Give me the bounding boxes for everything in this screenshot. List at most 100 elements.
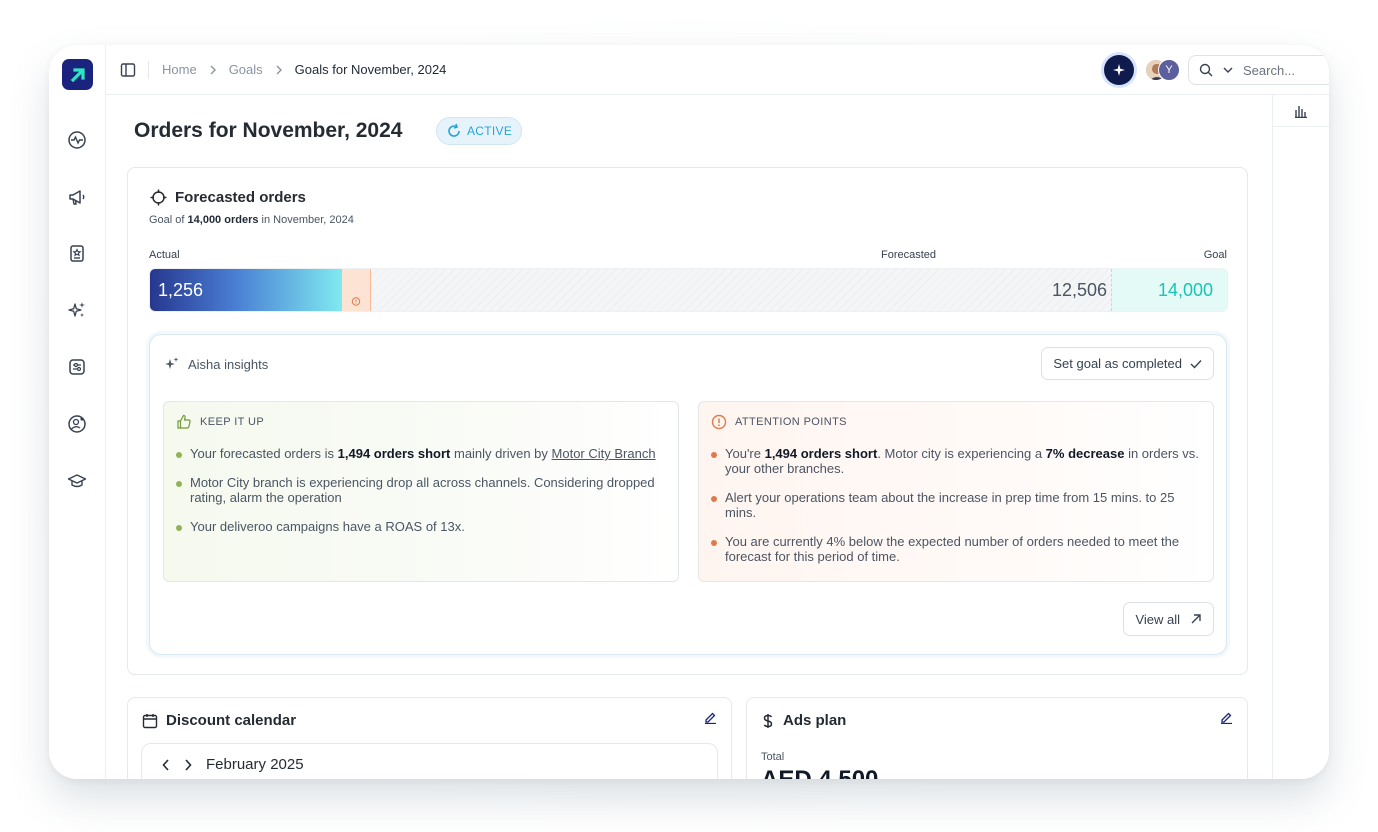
set-goal-completed-button[interactable]: Set goal as completed xyxy=(1041,347,1214,380)
actual-segment: 1,256 xyxy=(150,269,341,311)
view-all-label: View all xyxy=(1135,611,1180,627)
sliders-icon[interactable] xyxy=(66,356,88,378)
warning-icon xyxy=(351,297,361,306)
calendar-nav: February 2025 xyxy=(162,756,304,773)
chevron-right-icon[interactable] xyxy=(184,758,192,771)
attention-heading: ATTENTION POINTS xyxy=(735,416,847,428)
chevron-right-icon xyxy=(209,65,217,75)
sparkles-icon[interactable] xyxy=(66,299,88,321)
ads-plan-card: Ads plan Total AED 4,500 xyxy=(746,697,1248,779)
ads-plan-header: Ads plan xyxy=(761,712,846,729)
app-logo[interactable] xyxy=(62,59,93,90)
forecasted-label: Forecasted xyxy=(881,249,937,261)
actual-label: Actual xyxy=(149,249,180,261)
insights-panel: Aisha insights Set goal as completed KEE… xyxy=(149,334,1227,655)
item-text: . Motor city is experiencing a xyxy=(877,446,1046,461)
item-text: You're xyxy=(725,446,765,461)
calendar-icon xyxy=(142,713,158,728)
shortfall-segment xyxy=(341,269,371,311)
megaphone-icon[interactable] xyxy=(66,186,88,208)
keep-it-up-heading: KEEP IT UP xyxy=(200,416,265,428)
forecasted-value: 12,506 xyxy=(1051,279,1107,300)
ads-total-label: Total xyxy=(761,751,785,763)
sparkles-icon xyxy=(165,357,179,369)
breadcrumb-goals[interactable]: Goals xyxy=(229,62,263,77)
sidebar-toggle-icon[interactable] xyxy=(120,62,136,78)
forecast-progress-bar: 12,506 1,256 14,000 xyxy=(149,268,1228,312)
forecasted-segment: 12,506 xyxy=(371,269,1112,311)
list-item: Your forecasted orders is 1,494 orders s… xyxy=(176,446,666,461)
ai-assistant-button[interactable] xyxy=(1104,55,1134,85)
breadcrumb: Home Goals Goals for November, 2024 xyxy=(162,62,446,77)
goal-value: 14,000 xyxy=(1157,279,1213,300)
forecast-card: Forecasted orders Goal of 14,000 orders … xyxy=(127,167,1248,675)
keep-it-up-card: KEEP IT UP Your forecasted orders is 1,4… xyxy=(163,401,679,582)
alert-circle-icon xyxy=(711,414,727,430)
insights-title: Aisha insights xyxy=(188,356,269,372)
breadcrumb-home[interactable]: Home xyxy=(162,62,197,77)
sparkle-icon xyxy=(1113,64,1125,76)
search-icon xyxy=(1199,63,1213,77)
arrow-up-right-logo-icon xyxy=(70,67,85,82)
clipboard-star-icon[interactable] xyxy=(66,242,88,264)
attention-points-card: ATTENTION POINTS You're 1,494 orders sho… xyxy=(698,401,1214,582)
search-input[interactable]: Search... xyxy=(1243,63,1295,78)
status-badge: ACTIVE xyxy=(436,117,523,145)
refresh-icon xyxy=(448,123,460,137)
graduation-cap-icon[interactable] xyxy=(66,470,88,492)
main-content: Orders for November, 2024 ACTIVE Forecas… xyxy=(106,95,1272,779)
forecast-title: Forecasted orders xyxy=(175,189,306,206)
backdrop: Home Goals Goals for November, 2024 Y Se… xyxy=(0,0,1378,832)
goal-segment: 14,000 xyxy=(1112,269,1227,311)
chevron-right-icon xyxy=(275,65,283,75)
search-box[interactable]: Search... xyxy=(1188,55,1329,85)
user-settings-icon[interactable] xyxy=(66,413,88,435)
discount-calendar-card: Discount calendar February 2025 xyxy=(127,697,732,779)
chevron-left-icon[interactable] xyxy=(162,758,170,771)
right-rail xyxy=(1272,95,1329,779)
activity-icon[interactable] xyxy=(66,129,88,151)
attention-list: You're 1,494 orders short. Motor city is… xyxy=(711,446,1201,564)
arrow-up-right-icon xyxy=(1191,614,1201,624)
edit-icon[interactable] xyxy=(1220,711,1233,729)
goal-label: Goal xyxy=(1203,249,1227,261)
actual-value: 1,256 xyxy=(158,279,204,300)
subtitle-suffix: in November, 2024 xyxy=(261,214,354,226)
ads-total-value: AED 4,500 xyxy=(761,766,878,779)
list-item: You are currently 4% below the expected … xyxy=(711,534,1201,564)
bar-chart-icon[interactable] xyxy=(1273,95,1329,127)
calendar-month: February 2025 xyxy=(206,756,304,773)
discount-calendar-title: Discount calendar xyxy=(166,712,297,729)
forecast-header: Forecasted orders xyxy=(150,189,306,206)
avatar-initial[interactable]: Y xyxy=(1158,59,1180,81)
motor-city-branch-link[interactable]: Motor City Branch xyxy=(552,446,656,461)
keep-it-up-list: Your forecasted orders is 1,494 orders s… xyxy=(176,446,666,534)
keep-it-up-header: KEEP IT UP xyxy=(176,414,666,430)
crosshair-icon xyxy=(150,189,167,206)
breadcrumb-current: Goals for November, 2024 xyxy=(294,62,447,77)
list-item: You're 1,494 orders short. Motor city is… xyxy=(711,446,1201,476)
toolbar-divider xyxy=(148,61,149,79)
dollar-icon xyxy=(763,713,773,728)
page-title: Orders for November, 2024 xyxy=(134,119,403,142)
app-window: Home Goals Goals for November, 2024 Y Se… xyxy=(49,45,1329,779)
subtitle-prefix: Goal of xyxy=(149,214,185,226)
check-icon xyxy=(1190,359,1202,369)
edit-icon[interactable] xyxy=(704,711,717,729)
list-item: Alert your operations team about the inc… xyxy=(711,490,1201,520)
thumbs-up-icon xyxy=(177,414,191,429)
item-text: Your forecasted orders is xyxy=(190,446,338,461)
forecast-subtitle: Goal of 14,000 orders in November, 2024 xyxy=(149,214,354,226)
status-label: ACTIVE xyxy=(467,124,513,138)
set-goal-completed-label: Set goal as completed xyxy=(1053,356,1182,371)
sidebar xyxy=(49,45,106,779)
list-item: Motor City branch is experiencing drop a… xyxy=(176,475,666,505)
calendar-panel: February 2025 xyxy=(141,743,718,779)
chevron-down-icon[interactable] xyxy=(1223,66,1233,74)
list-item: Your deliveroo campaigns have a ROAS of … xyxy=(176,519,666,534)
view-all-button[interactable]: View all xyxy=(1123,602,1214,636)
insights-header: Aisha insights xyxy=(164,356,268,372)
item-emphasis: 7% decrease xyxy=(1045,446,1125,461)
top-bar: Home Goals Goals for November, 2024 Y Se… xyxy=(106,45,1329,95)
item-emphasis: 1,494 orders short xyxy=(337,446,451,461)
